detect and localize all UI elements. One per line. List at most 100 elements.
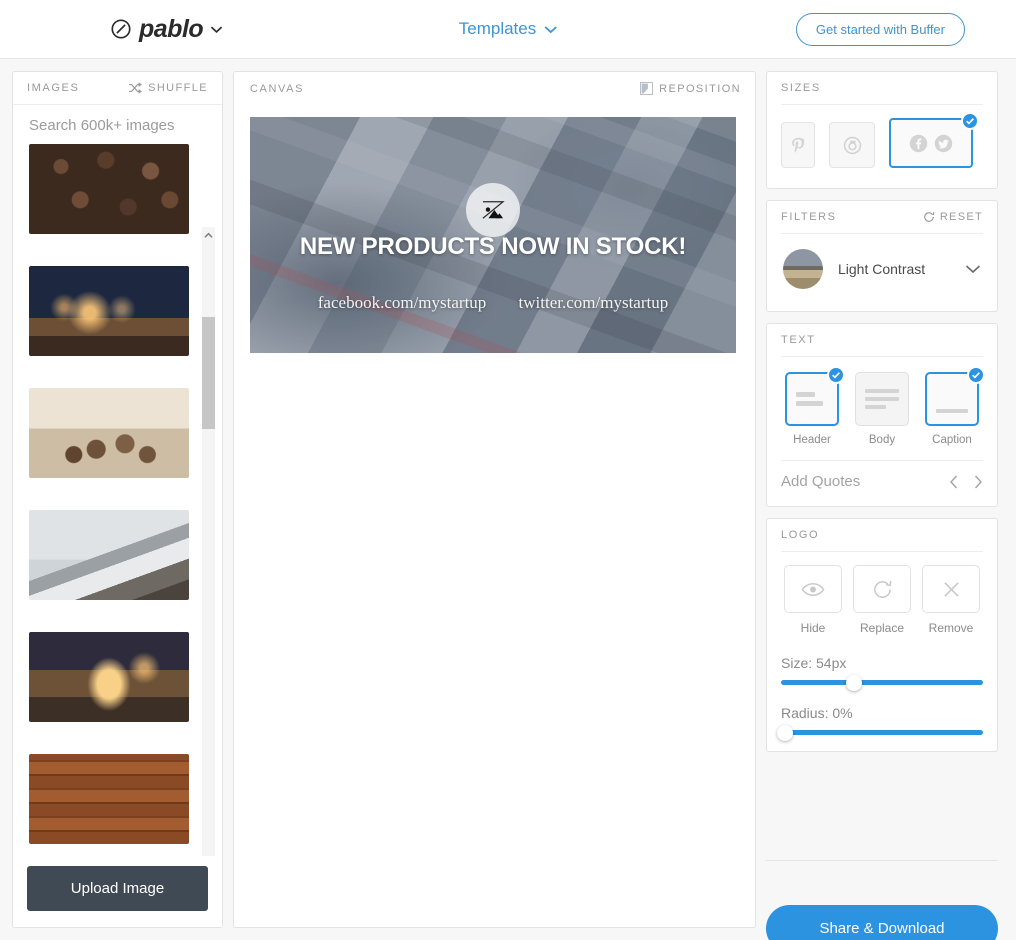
replace-button-box (853, 565, 911, 613)
canvas-title: CANVAS (250, 82, 305, 95)
reset-circle-arrow-icon (923, 211, 935, 223)
check-icon (827, 366, 845, 384)
get-started-with-buffer-button[interactable]: Get started with Buffer (795, 12, 965, 46)
pablo-circle-slash-icon (110, 18, 132, 40)
sizes-card: SIZES (766, 71, 998, 189)
check-icon (961, 112, 979, 130)
canvas-logo-placeholder[interactable] (466, 183, 520, 237)
sizes-header: SIZES (781, 72, 983, 105)
logo-size-slider-thumb[interactable] (845, 674, 862, 691)
list-item[interactable] (29, 144, 189, 234)
text-option-header[interactable]: Header (783, 366, 845, 446)
size-option-instagram[interactable] (829, 122, 875, 168)
list-item[interactable] (29, 266, 189, 356)
logo-size-slider[interactable] (781, 674, 983, 691)
facebook-icon (909, 134, 928, 153)
filter-selector[interactable]: Light Contrast (781, 247, 983, 295)
size-option-pinterest[interactable] (781, 122, 815, 168)
filter-name: Light Contrast (838, 261, 926, 277)
text-option-label: Body (868, 434, 896, 446)
text-options: Header Body Caption (781, 366, 985, 446)
logo-action-label: Remove (928, 621, 974, 635)
header-preview (785, 366, 845, 426)
caption-preview (925, 366, 985, 426)
text-option-label: Header (793, 434, 831, 446)
image-thumbnail-list[interactable] (13, 144, 222, 927)
list-item[interactable] (29, 510, 189, 600)
close-x-icon (942, 580, 961, 599)
add-quotes-row: Add Quotes (781, 461, 983, 490)
logo-action-label: Hide (800, 621, 826, 635)
list-item[interactable] (29, 388, 189, 478)
logo-radius-slider[interactable] (777, 724, 983, 741)
logo-remove-button[interactable]: Remove (921, 565, 981, 635)
text-option-caption[interactable]: Caption (923, 366, 985, 446)
image-placeholder-icon (480, 199, 506, 221)
shuffle-button[interactable]: SHUFFLE (128, 82, 208, 94)
add-quotes-button[interactable]: Add Quotes (781, 473, 860, 490)
preview-bar (865, 389, 899, 393)
reposition-icon (640, 82, 654, 95)
preview-bar (865, 397, 899, 401)
upload-image-button[interactable]: Upload Image (27, 866, 208, 911)
logo-title: LOGO (781, 529, 820, 541)
chevron-down-icon (544, 25, 558, 34)
divider (766, 860, 998, 861)
logo-size-label: Size: 54px (781, 655, 847, 671)
chevron-right-icon[interactable] (973, 475, 983, 489)
logo-radius-slider-thumb[interactable] (777, 724, 794, 741)
images-panel-title: IMAGES (27, 82, 80, 94)
canvas-header: CANVAS REPOSITION (234, 72, 755, 105)
twitter-icon (934, 134, 953, 153)
reset-label: RESET (939, 211, 983, 223)
logo-radius-label: Radius: 0% (781, 705, 853, 721)
logo-hide-button[interactable]: Hide (783, 565, 843, 635)
filters-title: FILTERS (781, 211, 837, 223)
images-panel-header: IMAGES SHUFFLE (13, 72, 222, 105)
search-input[interactable] (29, 116, 222, 134)
sizes-title: SIZES (781, 82, 821, 94)
body-preview (855, 372, 909, 426)
upload-section: Upload Image (13, 856, 222, 927)
preview-bar (796, 401, 824, 406)
share-and-download-button[interactable]: Share & Download (766, 905, 998, 940)
shuffle-icon (128, 82, 143, 94)
chevron-down-icon[interactable] (965, 264, 981, 274)
chevron-up-icon[interactable] (204, 232, 213, 239)
preview-bar (936, 409, 968, 413)
logo-actions: Hide Replace Remove (781, 565, 983, 635)
logo-header: LOGO (781, 519, 983, 552)
check-icon (967, 366, 985, 384)
canvas-header-text[interactable]: NEW PRODUCTS NOW IN STOCK! (250, 233, 736, 261)
text-option-label: Caption (932, 434, 972, 446)
reset-filters-button[interactable]: RESET (923, 211, 983, 223)
pinterest-icon (790, 137, 807, 154)
settings-panel: SIZES FILTERS RESET Light Contrast TEXT … (766, 71, 998, 940)
reposition-button[interactable]: REPOSITION (640, 82, 741, 95)
list-item[interactable] (29, 754, 189, 844)
canvas-caption-text[interactable]: facebook.com/mystartup twitter.com/mysta… (250, 293, 736, 313)
share-section: Share & Download (766, 872, 998, 940)
canvas-panel: CANVAS REPOSITION NEW PRODUCTS NOW IN ST… (233, 71, 756, 928)
hide-button-box (784, 565, 842, 613)
quotes-navigation (949, 475, 983, 489)
logo-action-label: Replace (859, 621, 905, 635)
images-scrollbar-thumb[interactable] (202, 317, 215, 429)
instagram-icon (843, 136, 862, 155)
caption-twitter: twitter.com/mystartup (518, 293, 669, 312)
filters-card: FILTERS RESET Light Contrast (766, 200, 998, 312)
chevron-left-icon[interactable] (949, 475, 959, 489)
text-option-body[interactable]: Body (853, 372, 911, 446)
text-card: TEXT Header Body Caption Add Quotes (766, 323, 998, 507)
logo-replace-button[interactable]: Replace (852, 565, 912, 635)
filters-header: FILTERS RESET (781, 201, 983, 234)
size-option-facebook-twitter[interactable] (889, 112, 979, 168)
text-header: TEXT (781, 324, 983, 357)
canvas-stage[interactable]: NEW PRODUCTS NOW IN STOCK! facebook.com/… (250, 117, 736, 353)
app-header: pablo Templates Get started with Buffer (0, 0, 1016, 59)
list-item[interactable] (29, 632, 189, 722)
sizes-options (781, 112, 983, 172)
pablo-logo[interactable]: pablo (110, 15, 223, 44)
reposition-label: REPOSITION (659, 82, 741, 95)
templates-dropdown[interactable]: Templates (459, 19, 558, 39)
